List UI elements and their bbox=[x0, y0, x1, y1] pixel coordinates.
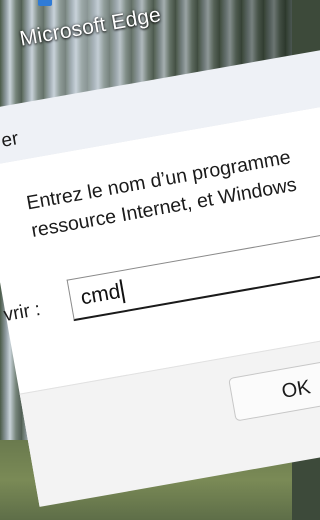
dialog-body: Entrez le nom d’un programme ressource I… bbox=[0, 104, 320, 507]
open-input[interactable]: cmd bbox=[66, 227, 320, 322]
ok-button[interactable]: OK bbox=[228, 355, 320, 422]
open-field-label: vrir : bbox=[2, 298, 43, 327]
dialog-title: er bbox=[0, 128, 21, 152]
edge-icon[interactable] bbox=[38, 0, 52, 6]
run-dialog: er Entrez le nom d’un programme ressourc… bbox=[0, 49, 320, 507]
open-input-value: cmd bbox=[78, 279, 123, 310]
